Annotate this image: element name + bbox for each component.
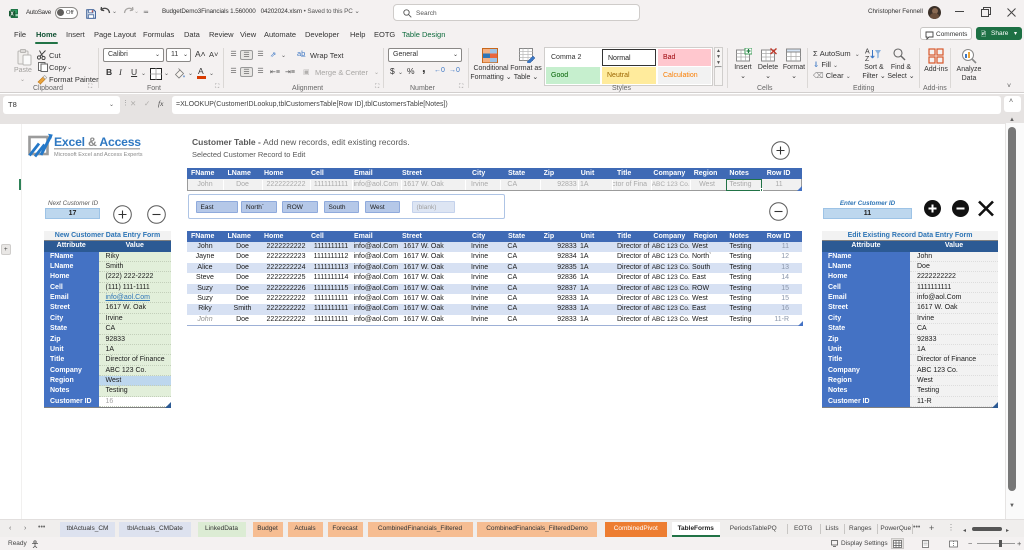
svg-text:Excel & Access: Excel & Access: [54, 135, 141, 149]
svg-text:Microsoft Excel and Access Exp: Microsoft Excel and Access Experts: [54, 152, 143, 158]
